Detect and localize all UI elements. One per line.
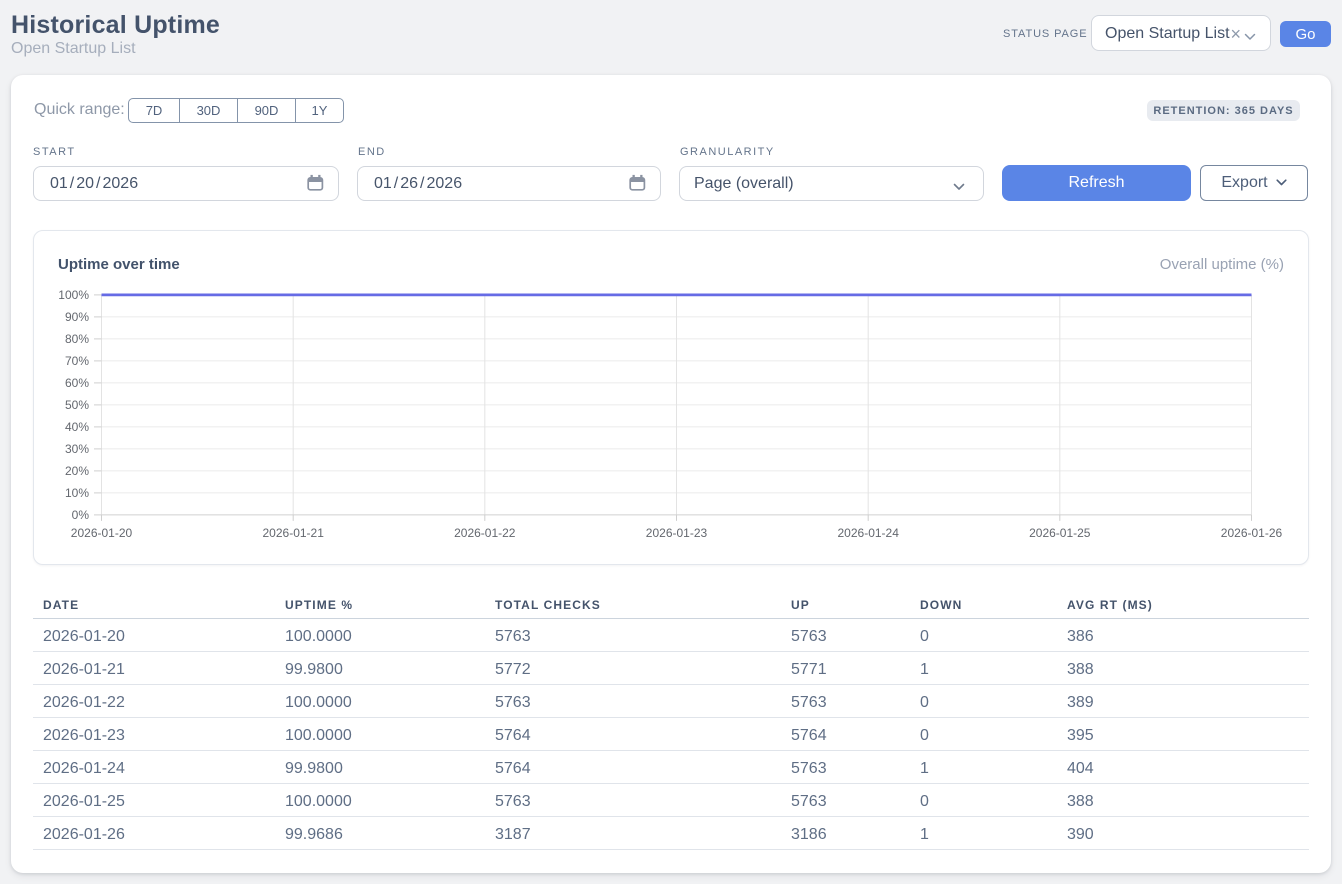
svg-text:10%: 10% [65,486,89,500]
svg-text:20%: 20% [65,464,89,478]
svg-text:2026-01-24: 2026-01-24 [838,526,900,540]
svg-text:2026-01-23: 2026-01-23 [646,526,708,540]
svg-text:80%: 80% [65,332,89,346]
svg-text:0%: 0% [72,508,90,522]
svg-text:50%: 50% [65,398,89,412]
svg-text:70%: 70% [65,354,89,368]
svg-text:2026-01-22: 2026-01-22 [454,526,516,540]
svg-text:2026-01-21: 2026-01-21 [263,526,325,540]
svg-text:2026-01-20: 2026-01-20 [71,526,133,540]
svg-text:2026-01-25: 2026-01-25 [1029,526,1091,540]
svg-text:60%: 60% [65,376,89,390]
svg-text:30%: 30% [65,442,89,456]
svg-text:40%: 40% [65,420,89,434]
svg-text:2026-01-26: 2026-01-26 [1221,526,1283,540]
svg-text:90%: 90% [65,310,89,324]
svg-text:100%: 100% [58,288,89,302]
